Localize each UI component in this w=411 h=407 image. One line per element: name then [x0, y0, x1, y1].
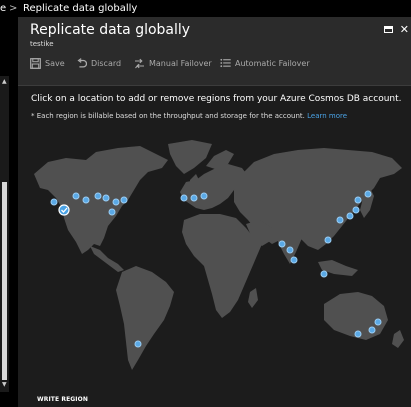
top-breadcrumb-bar: e > Replicate data globally: [0, 0, 411, 17]
instruction-text: Click on a location to add or remove reg…: [31, 94, 402, 104]
chevron-right-icon: >: [9, 3, 18, 14]
write-region-label: WRITE REGION: [37, 396, 88, 403]
region-marker[interactable]: [286, 246, 294, 254]
blade-header: Replicate data globally testike ✕ Save D…: [18, 17, 411, 94]
automatic-failover-label: Automatic Failover: [235, 58, 310, 68]
maximize-icon[interactable]: [384, 26, 393, 33]
region-marker[interactable]: [190, 194, 198, 202]
region-marker[interactable]: [346, 212, 354, 220]
region-marker[interactable]: [102, 194, 110, 202]
region-marker[interactable]: [364, 190, 372, 198]
page-subtitle: testike: [30, 40, 54, 48]
world-map[interactable]: [28, 134, 408, 394]
region-marker[interactable]: [120, 196, 128, 204]
region-marker[interactable]: [354, 330, 362, 338]
content-area: Click on a location to add or remove reg…: [18, 86, 411, 407]
madagascar: [248, 288, 258, 308]
region-marker[interactable]: [368, 326, 376, 334]
region-marker[interactable]: [352, 206, 360, 214]
save-label: Save: [45, 59, 65, 68]
region-marker[interactable]: [336, 216, 344, 224]
region-marker[interactable]: [112, 198, 120, 206]
list-icon: [220, 58, 231, 68]
new-zealand: [392, 330, 404, 348]
scroll-up-icon[interactable]: ▲: [2, 78, 7, 85]
manual-failover-label: Manual Failover: [149, 59, 212, 68]
automatic-failover-button[interactable]: Automatic Failover: [220, 58, 310, 68]
central-america: [90, 246, 124, 272]
region-marker[interactable]: [324, 236, 332, 244]
region-marker[interactable]: [200, 192, 208, 200]
greenland: [168, 140, 212, 174]
breadcrumb[interactable]: Replicate data globally: [23, 0, 137, 17]
discard-label: Discard: [91, 59, 122, 68]
region-marker[interactable]: [50, 198, 58, 206]
region-marker[interactable]: [290, 256, 298, 264]
region-marker[interactable]: [94, 192, 102, 200]
nav-back-text[interactable]: e: [0, 0, 6, 17]
region-marker[interactable]: [72, 192, 80, 200]
manual-failover-button[interactable]: Manual Failover: [134, 58, 212, 69]
save-button[interactable]: Save: [30, 58, 65, 69]
save-icon: [30, 58, 41, 69]
undo-icon: [77, 58, 87, 68]
region-marker[interactable]: [108, 208, 116, 216]
region-marker[interactable]: [278, 240, 286, 248]
discard-button[interactable]: Discard: [77, 58, 121, 69]
scroll-down-icon[interactable]: ▼: [2, 381, 7, 388]
close-icon[interactable]: ✕: [400, 23, 409, 36]
continents: [34, 140, 404, 370]
region-marker[interactable]: [180, 194, 188, 202]
region-marker[interactable]: [320, 270, 328, 278]
region-marker[interactable]: [354, 196, 362, 204]
replicate-blade: Replicate data globally testike ✕ Save D…: [18, 17, 411, 407]
south-america: [116, 266, 174, 370]
selected-region-marker[interactable]: [58, 204, 70, 216]
region-marker[interactable]: [134, 340, 142, 348]
region-marker[interactable]: [374, 318, 382, 326]
failover-icon: [135, 58, 144, 69]
scroll-thumb[interactable]: [2, 182, 7, 380]
page-title: Replicate data globally: [30, 22, 191, 38]
billing-note-text: * Each region is billable based on the t…: [31, 112, 305, 120]
billing-note: * Each region is billable based on the t…: [31, 112, 347, 120]
vertical-scrollbar[interactable]: ▲ ▼: [0, 76, 9, 392]
region-marker[interactable]: [82, 196, 90, 204]
learn-more-link[interactable]: Learn more: [307, 112, 347, 120]
